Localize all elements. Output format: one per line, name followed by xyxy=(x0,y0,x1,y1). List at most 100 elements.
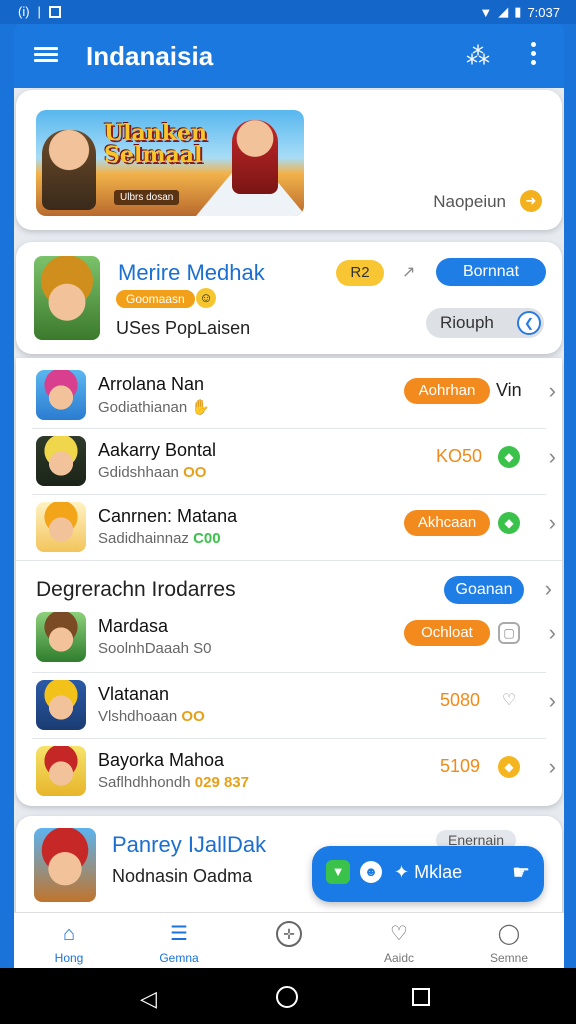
game-list-card: Arrolana Nan Godiathianan ✋ Aohrhan Vin … xyxy=(16,358,562,806)
game-action-pill[interactable]: Ochloat xyxy=(404,620,490,646)
diamond-icon: ◆ xyxy=(498,446,520,468)
chat-icon[interactable]: ☻ xyxy=(360,861,382,883)
tab-profile[interactable]: ◯ Semne xyxy=(454,913,564,969)
divider xyxy=(32,494,546,495)
arrow-right-icon[interactable]: ➜ xyxy=(520,190,542,212)
home-icon: ⌂ xyxy=(62,923,76,945)
system-navigation-bar: ◁ xyxy=(0,968,576,1024)
section-button[interactable]: Goanan xyxy=(444,576,524,604)
game-thumbnail xyxy=(36,502,86,552)
game-action-pill[interactable]: Aohrhan xyxy=(404,378,490,404)
featured-secondary-label: Riouph xyxy=(440,313,494,332)
list-item[interactable]: Mardasa SoolnhDaaah S0 Ochloat ▢ › xyxy=(16,606,564,670)
game-name: Bayorka Mahoa xyxy=(98,750,225,770)
chevron-right-icon[interactable]: › xyxy=(549,444,556,470)
square-icon: ▢ xyxy=(498,622,520,644)
chevron-right-icon[interactable]: › xyxy=(549,688,556,714)
hand-icon: ✋ xyxy=(191,399,211,416)
hero-figure-left xyxy=(42,130,96,210)
gem-icon: ◆ xyxy=(498,756,520,778)
list-item[interactable]: Bayorka Mahoa Saflhdhhondh 029 837 5109 … xyxy=(16,740,564,804)
list-item[interactable]: Aakarry Bontal Gdidshhaan OO KO50 ◆ › xyxy=(16,430,564,494)
game-subtitle: Sadidhainnaz C00 xyxy=(98,530,221,547)
tab-home[interactable]: ⌂ Hong xyxy=(14,913,124,969)
app-title: Indanaisia xyxy=(86,41,214,71)
chevron-right-icon[interactable]: › xyxy=(545,576,552,602)
home-button-icon[interactable] xyxy=(276,986,298,1008)
tab-profile-label: Semne xyxy=(489,951,529,965)
menu-icon[interactable] xyxy=(34,44,58,68)
banner-nav-label[interactable]: Naopeiun xyxy=(433,192,506,212)
game-thumbnail xyxy=(36,370,86,420)
game-thumbnail xyxy=(36,746,86,796)
notification-icon: | xyxy=(37,4,41,19)
status-left-text: (i) xyxy=(18,4,30,19)
banner-image[interactable]: Ulanken Selmaal Ulbrs dosan xyxy=(36,110,304,216)
diamond-icon: ◆ xyxy=(498,512,520,534)
game-name: Aakarry Bontal xyxy=(98,440,217,460)
featured-primary-button[interactable]: Bornnat xyxy=(436,258,546,286)
app-notification-icon xyxy=(48,5,61,18)
status-bar: (i) | ▼ ◢ ▮ 7:037 xyxy=(0,0,576,24)
featured-secondary-button[interactable]: Riouph ❮ xyxy=(426,308,544,338)
hand-icon[interactable]: ☛ xyxy=(512,860,530,885)
tab-favorites-label: Aaidc xyxy=(383,951,415,965)
smile-icon: ☺ xyxy=(196,288,216,308)
promo-thumbnail[interactable] xyxy=(34,828,96,902)
fab-label[interactable]: ✦ Mklae xyxy=(394,862,462,883)
banner-card[interactable]: Ulanken Selmaal Ulbrs dosan Naopeiun ➜ xyxy=(16,90,562,230)
share-icon[interactable]: ↗ xyxy=(402,262,415,282)
person-icon: ◯ xyxy=(497,923,521,945)
game-thumbnail xyxy=(36,436,86,486)
tab-explore[interactable]: ✛ xyxy=(234,913,344,969)
toggle-icon[interactable]: ❮ xyxy=(517,311,541,335)
game-action-pill[interactable]: Akhcaan xyxy=(404,510,490,536)
people-icon[interactable]: ⁂ xyxy=(466,42,490,71)
game-subtitle: Saflhdhhondh 029 837 xyxy=(98,774,249,791)
featured-tag: Goomaasn xyxy=(116,290,195,308)
list-icon: ☰ xyxy=(170,923,188,945)
app-bar: Indanaisia ⁂ xyxy=(14,24,564,88)
tab-games-label: Gemna xyxy=(159,951,199,965)
game-icon[interactable]: ▼ xyxy=(326,860,350,884)
floating-action-bar[interactable]: ▼ ☻ ✦ Mklae ☛ xyxy=(312,846,544,902)
featured-title[interactable]: Merire Medhak xyxy=(118,260,265,286)
tab-favorites[interactable]: ♡ Aaidc xyxy=(344,913,454,969)
divider xyxy=(32,738,546,739)
promo-title[interactable]: Panrey IJallDak xyxy=(112,832,266,858)
list-item[interactable]: Arrolana Nan Godiathianan ✋ Aohrhan Vin … xyxy=(16,364,564,428)
game-name: Arrolana Nan xyxy=(98,374,205,394)
chevron-right-icon[interactable]: › xyxy=(549,754,556,780)
chevron-right-icon[interactable]: › xyxy=(549,378,556,404)
featured-thumbnail[interactable] xyxy=(34,256,100,340)
bottom-navigation: ⌂ Hong ☰ Gemna ✛ ♡ Aaidc ◯ Semne xyxy=(14,912,564,968)
game-name: Mardasa xyxy=(98,616,169,636)
list-item[interactable]: Vlatanan Vlshdhoaan OO 5080 ♡ › xyxy=(16,674,564,738)
chevron-right-icon[interactable]: › xyxy=(549,620,556,646)
featured-card[interactable]: Merire Medhak Goomaasn ☺ USes PopLaisen … xyxy=(16,242,562,354)
game-subtitle: Vlshdhoaan OO xyxy=(98,708,205,725)
chevron-right-icon[interactable]: › xyxy=(549,510,556,536)
recents-icon[interactable] xyxy=(412,988,430,1006)
game-value: KO50 xyxy=(436,446,483,466)
divider xyxy=(16,560,562,561)
more-options-icon[interactable] xyxy=(530,42,538,70)
back-icon[interactable]: ◁ xyxy=(140,986,157,1012)
tab-home-label: Hong xyxy=(54,951,84,965)
game-subtitle: SoolnhDaaah S0 xyxy=(98,640,212,657)
game-tail-text: Vin xyxy=(496,380,522,400)
divider xyxy=(32,672,546,673)
game-name: Vlatanan xyxy=(98,684,170,704)
heart-icon: ♡ xyxy=(501,692,517,709)
banner-art-subtitle: Ulbrs dosan xyxy=(114,190,180,205)
heart-icon: ♡ xyxy=(390,923,408,945)
banner-art-title: Ulanken Selmaal xyxy=(104,120,208,168)
game-thumbnail xyxy=(36,612,86,662)
featured-badge: R2 xyxy=(336,260,384,286)
game-subtitle: Godiathianan ✋ xyxy=(98,399,211,416)
tab-games[interactable]: ☰ Gemna xyxy=(124,913,234,969)
clock: 7:037 xyxy=(527,4,560,20)
game-name: Canrnen: Matana xyxy=(98,506,238,526)
list-item[interactable]: Canrnen: Matana Sadidhainnaz C00 Akhcaan… xyxy=(16,496,564,560)
wifi-icon: ▼ xyxy=(479,4,493,20)
